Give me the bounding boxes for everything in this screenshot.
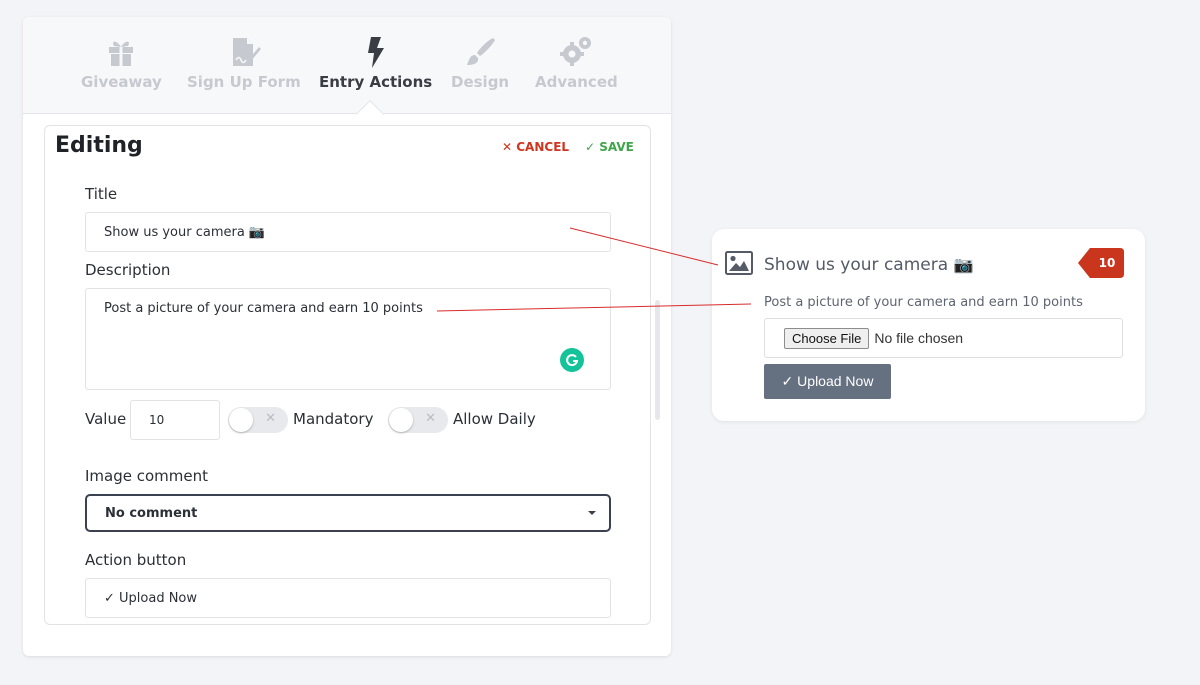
- preview-description: Post a picture of your camera and earn 1…: [764, 295, 1083, 310]
- allow-daily-toggle[interactable]: ✕: [388, 407, 448, 433]
- tab-advanced[interactable]: Advanced: [535, 35, 618, 91]
- gears-icon: [560, 37, 592, 66]
- mandatory-label: Mandatory: [293, 410, 374, 428]
- preview-card: Show us your camera 📷 10 Post a picture …: [712, 229, 1145, 421]
- tab-sign-up-form[interactable]: Sign Up Form: [187, 35, 301, 91]
- file-upload-field: Choose File No file chosen: [764, 318, 1123, 358]
- bolt-icon: [367, 37, 384, 68]
- image-comment-label: Image comment: [85, 467, 209, 485]
- tab-entry-actions[interactable]: Entry Actions: [319, 35, 432, 91]
- camera-icon: 📷: [953, 255, 974, 274]
- choose-file-button[interactable]: Choose File: [784, 327, 870, 349]
- action-button-input[interactable]: ✓ Upload Now: [85, 578, 611, 618]
- close-icon: ✕: [502, 140, 513, 154]
- value-input[interactable]: 10: [130, 400, 220, 440]
- upload-now-button[interactable]: ✓ Upload Now: [764, 364, 891, 399]
- description-label: Description: [85, 261, 171, 279]
- close-icon: ✕: [425, 411, 436, 426]
- grammarly-icon[interactable]: [560, 348, 584, 372]
- scrollbar-thumb[interactable]: [655, 300, 660, 420]
- image-icon: [725, 251, 753, 275]
- value-label: Value: [85, 410, 127, 428]
- action-button-label: Action button: [85, 551, 187, 569]
- toggle-knob: [389, 408, 413, 432]
- preview-title: Show us your camera 📷: [764, 255, 974, 275]
- cancel-button[interactable]: ✕ CANCEL: [502, 140, 569, 154]
- tab-label: Giveaway: [81, 73, 162, 91]
- tab-label: Entry Actions: [319, 73, 433, 91]
- tab-label: Sign Up Form: [187, 73, 301, 91]
- tab-label: Advanced: [535, 73, 618, 91]
- editor-card: Giveaway Sign Up Form Entry Actions Desi…: [23, 17, 671, 656]
- tab-design[interactable]: Design: [451, 35, 509, 91]
- check-icon: ✓: [585, 140, 596, 154]
- active-tab-pointer: [355, 99, 385, 129]
- toggle-knob: [229, 408, 253, 432]
- points-badge: 10: [1078, 248, 1124, 278]
- editing-panel: Editing ✕ CANCEL ✓ SAVE Title Show us yo…: [44, 125, 651, 625]
- tab-label: Design: [451, 73, 510, 91]
- tabs-bar: Giveaway Sign Up Form Entry Actions Desi…: [23, 17, 671, 129]
- title-input[interactable]: Show us your camera 📷: [85, 212, 611, 252]
- brush-icon: [467, 38, 496, 65]
- close-icon: ✕: [265, 411, 276, 426]
- mandatory-toggle[interactable]: ✕: [228, 407, 288, 433]
- allow-daily-label: Allow Daily: [453, 410, 536, 428]
- gift-icon: [109, 41, 134, 66]
- description-textarea[interactable]: Post a picture of your camera and earn 1…: [85, 288, 611, 390]
- tab-giveaway[interactable]: Giveaway: [81, 35, 162, 91]
- save-button[interactable]: ✓ SAVE: [585, 140, 634, 154]
- editing-heading: Editing: [55, 133, 143, 158]
- signup-form-icon: [232, 38, 261, 66]
- no-file-text: No file chosen: [874, 330, 964, 346]
- image-comment-select[interactable]: No comment: [85, 494, 611, 532]
- caret-down-icon: [588, 511, 596, 515]
- title-label: Title: [85, 185, 118, 203]
